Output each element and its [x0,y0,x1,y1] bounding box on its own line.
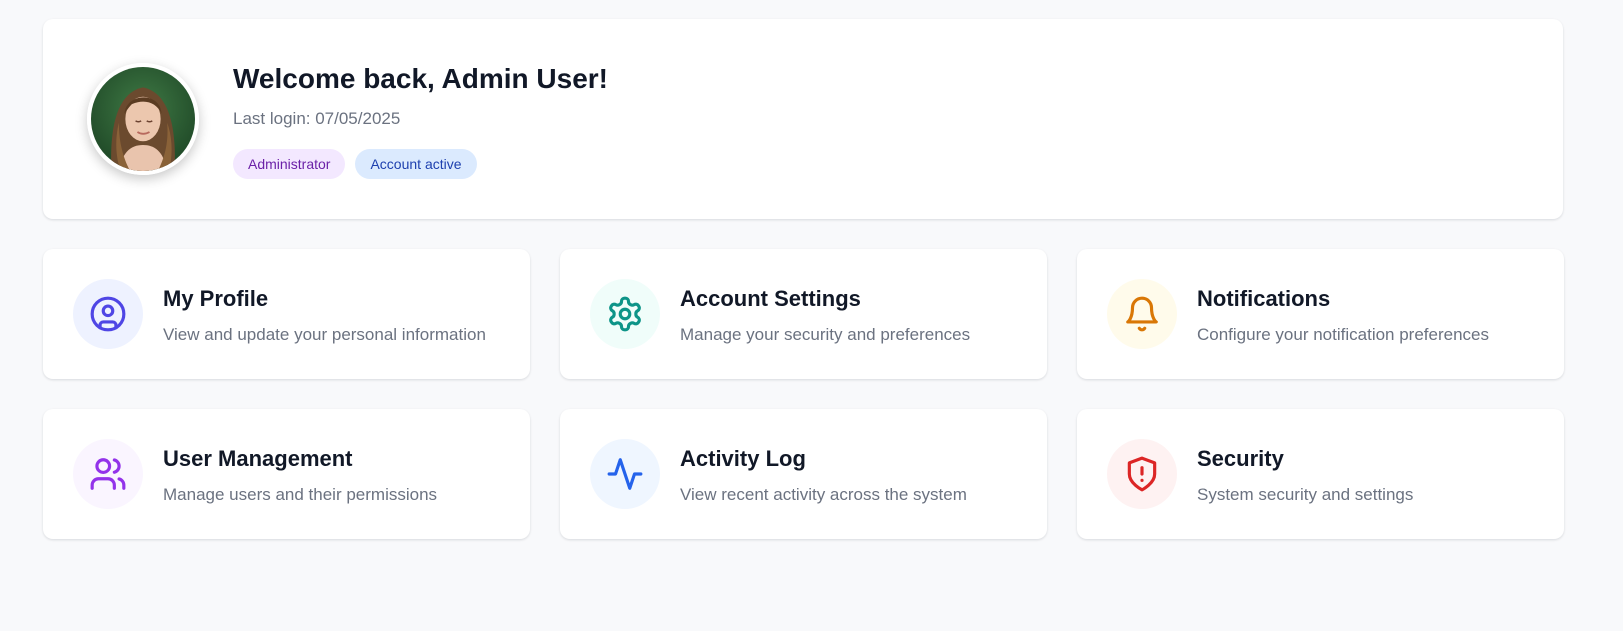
card-description: View and update your personal informatio… [163,325,486,344]
card-title: My Profile [163,286,269,311]
card-title: User Management [163,446,353,471]
card-description: System security and settings [1197,485,1414,504]
role-badge: Administrator [233,149,346,179]
dashboard-page: Welcome back, Admin User! Last login: 07… [0,0,1623,631]
avatar-photo [91,67,195,171]
card-description: View recent activity across the system [680,485,967,504]
welcome-card: Welcome back, Admin User! Last login: 07… [43,19,1563,219]
welcome-title: Welcome back, Admin User! [233,63,609,94]
quick-links-grid: My Profile View and update your personal… [43,249,1564,539]
card-activity-log[interactable]: Activity Log View recent activity across… [560,409,1047,539]
card-description: Manage users and their permissions [163,485,438,504]
shield-alert-icon [1107,439,1177,509]
last-login-text: Last login: 07/05/2025 [233,109,401,128]
gear-icon [590,279,660,349]
status-badge: Account active [355,149,477,179]
card-description: Configure your notification preferences [1197,325,1489,344]
activity-icon [590,439,660,509]
card-security[interactable]: Security System security and settings [1077,409,1564,539]
badge-group: Administrator Account active [233,149,477,179]
card-title: Notifications [1197,286,1331,311]
card-title: Activity Log [680,446,806,471]
card-user-management[interactable]: User Management Manage users and their p… [43,409,530,539]
card-my-profile[interactable]: My Profile View and update your personal… [43,249,530,379]
avatar[interactable] [87,63,199,175]
card-account-settings[interactable]: Account Settings Manage your security an… [560,249,1047,379]
card-title: Security [1197,446,1284,471]
user-circle-icon [73,279,143,349]
card-title: Account Settings [680,286,861,311]
bell-icon [1107,279,1177,349]
card-notifications[interactable]: Notifications Configure your notificatio… [1077,249,1564,379]
card-description: Manage your security and preferences [680,325,971,344]
users-icon [73,439,143,509]
